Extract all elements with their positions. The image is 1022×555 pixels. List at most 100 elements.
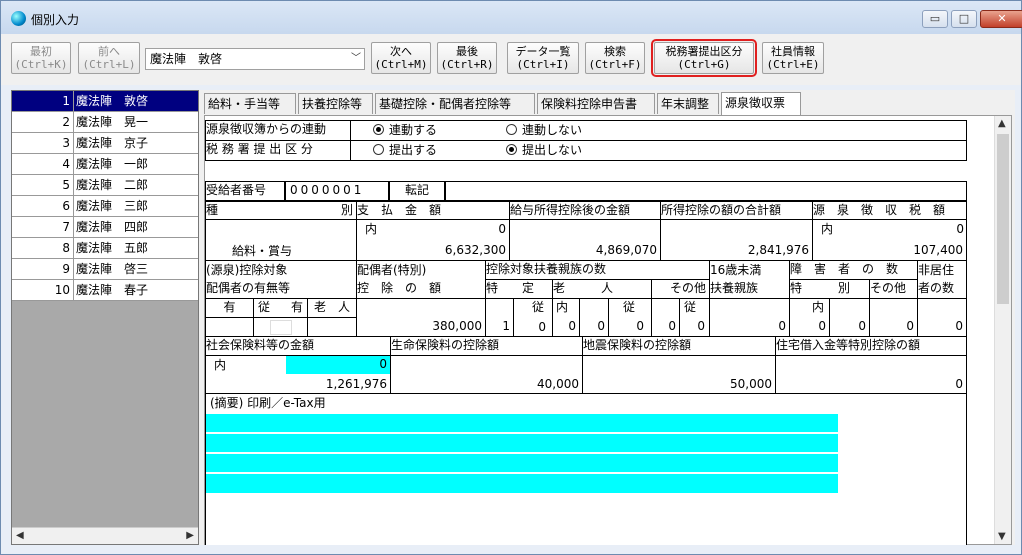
u16-cell: 0: [709, 298, 790, 337]
pay-inner-label: 内: [365, 222, 378, 236]
after-value: 4,869,070: [595, 243, 657, 257]
remarks-line[interactable]: [206, 414, 838, 433]
remarks-line[interactable]: [206, 434, 838, 453]
spouse-ari-cell[interactable]: [205, 317, 254, 337]
dis-uchi-value: 0: [818, 319, 826, 333]
employee-row[interactable]: 4 魔法陣 一郎: [12, 154, 198, 175]
link-label: 源泉徴収簿からの連動: [205, 120, 351, 141]
tab-year-end[interactable]: 年末調整: [657, 93, 719, 114]
last-button[interactable]: 最後 (Ctrl+R): [437, 42, 497, 74]
data-list-button[interactable]: データ一覧 (Ctrl+I): [507, 42, 579, 74]
tab-withholding-slip[interactable]: 源泉徴収票: [721, 92, 801, 115]
link-on-radio[interactable]: 連動する: [373, 122, 437, 139]
tab-insurance[interactable]: 保険料控除申告書: [537, 93, 655, 114]
spouse-rojin-cell[interactable]: [307, 317, 357, 337]
rojin-ju-cell: 従0: [608, 298, 652, 337]
tax-value: 107,400: [913, 243, 963, 257]
remarks-area: (摘要) 印刷／e-Tax用: [205, 393, 967, 545]
rojin-uchi-value: 0: [568, 319, 576, 333]
pay-header: 支 払 金 額: [356, 201, 510, 220]
life-header: 生命保険料の控除額: [390, 336, 583, 356]
tax-inner-value[interactable]: 0: [885, 221, 966, 238]
employee-row[interactable]: 2 魔法陣 晃一: [12, 112, 198, 133]
ari-header: 有: [205, 298, 254, 318]
social-inner-value[interactable]: 0: [286, 356, 390, 374]
link-off-radio[interactable]: 連動しない: [506, 122, 582, 139]
scroll-up-icon[interactable]: ▲: [998, 118, 1006, 129]
maximize-button[interactable]: □: [951, 10, 977, 28]
employee-row[interactable]: 6 魔法陣 三郎: [12, 196, 198, 217]
office-off-radio[interactable]: 提出しない: [506, 142, 582, 159]
ju-ari-header: 従有: [253, 298, 308, 318]
remarks-line[interactable]: [206, 474, 838, 493]
dis-sonota-header: その他: [869, 279, 918, 299]
dis-toku-cell: 0: [829, 298, 870, 337]
employee-select[interactable]: 魔法陣 敦啓 ﹀: [145, 48, 365, 70]
nonres-cell: 0: [917, 298, 967, 337]
horizontal-scrollbar[interactable]: ◀ ▶: [12, 527, 198, 544]
employee-row[interactable]: 3 魔法陣 京子: [12, 133, 198, 154]
kind-header: 種別: [205, 201, 357, 220]
kind-value[interactable]: 給料・賞与: [230, 243, 330, 260]
house-header: 住宅借入金等特別控除の額: [775, 336, 967, 356]
spouse-ded-header: 配偶者(特別) 控 除 の 額: [356, 260, 486, 299]
employee-row[interactable]: 1 魔法陣 敦啓: [12, 91, 198, 112]
rojin-ju-value[interactable]: 0: [627, 318, 647, 335]
quake-value: 50,000: [730, 377, 772, 391]
first-button[interactable]: 最初 (Ctrl+K): [11, 42, 71, 74]
tax-office-button[interactable]: 税務署提出区分 (Ctrl+G): [651, 39, 757, 77]
life-value: 40,000: [537, 377, 579, 391]
employee-row[interactable]: 10 魔法陣 春子: [12, 280, 198, 301]
scroll-right-icon[interactable]: ▶: [186, 530, 194, 541]
employee-info-button[interactable]: 社員情報 (Ctrl+E): [762, 42, 824, 74]
scroll-thumb[interactable]: [997, 134, 1009, 304]
tab-basic-deduction[interactable]: 基礎控除・配偶者控除等: [375, 93, 535, 114]
tokutei-ju-value[interactable]: 0: [530, 318, 550, 336]
employee-row[interactable]: 5 魔法陣 二郎: [12, 175, 198, 196]
recipient-label: 受給者番号: [205, 181, 285, 201]
office-on-radio[interactable]: 提出する: [373, 142, 437, 159]
close-button[interactable]: ✕: [980, 10, 1022, 28]
scroll-down-icon[interactable]: ▼: [998, 531, 1006, 542]
pay-inner-value[interactable]: 0: [429, 221, 509, 238]
vertical-scrollbar[interactable]: ▲ ▼: [994, 116, 1011, 544]
remarks-line[interactable]: [206, 454, 838, 473]
total-cell: 2,841,976: [660, 219, 813, 261]
tokutei-value: 1: [502, 319, 510, 333]
transfer-button[interactable]: 転記: [389, 181, 445, 201]
tab-dependents[interactable]: 扶養控除等: [298, 93, 373, 114]
tab-salary[interactable]: 給料・手当等: [204, 93, 296, 114]
house-value: 0: [955, 377, 963, 391]
quake-cell: 50,000: [582, 355, 776, 394]
scroll-left-icon[interactable]: ◀: [16, 530, 24, 541]
rojin-uchi-cell: 内0: [552, 298, 580, 337]
sonota-ju-cell: 従0: [679, 298, 710, 337]
u16-header: 16歳未満 扶養親族: [709, 260, 790, 299]
dis-sonota-cell: 0: [869, 298, 918, 337]
toolbar: 最初 (Ctrl+K) 前へ (Ctrl+L) 魔法陣 敦啓 ﹀ 次へ (Ctrl…: [1, 34, 1021, 85]
after-header: 給与所得控除後の金額: [509, 201, 661, 220]
tax-cell: 内 0 107,400: [812, 219, 967, 261]
u16-value: 0: [778, 319, 786, 333]
sonota-cell: 0: [651, 298, 680, 337]
employee-row[interactable]: 8 魔法陣 五郎: [12, 238, 198, 259]
spouse-header: (源泉)控除対象 配偶者の有無等: [205, 260, 357, 299]
spouse-ju-input[interactable]: [270, 320, 292, 335]
office-radio-group: 提出する 提出しない: [350, 140, 967, 161]
minimize-button[interactable]: ▭: [922, 10, 948, 28]
employee-row[interactable]: 7 魔法陣 四郎: [12, 217, 198, 238]
sonota-ju-value[interactable]: 0: [690, 318, 708, 335]
radio-off-icon: [373, 144, 384, 155]
search-button[interactable]: 検索 (Ctrl+F): [585, 42, 645, 74]
recipient-number[interactable]: 0000001: [285, 181, 389, 201]
prev-button[interactable]: 前へ (Ctrl+L): [78, 42, 140, 74]
office-label: 税 務 署 提 出 区 分: [205, 140, 351, 161]
total-value: 2,841,976: [747, 243, 809, 257]
nonres-header: 非居住 者の数: [917, 260, 967, 299]
sonota-value: 0: [668, 319, 676, 333]
next-button[interactable]: 次へ (Ctrl+M): [371, 42, 431, 74]
tax-inner-label: 内: [821, 222, 834, 236]
spouse-ju-cell: [253, 317, 308, 337]
employee-row[interactable]: 9 魔法陣 啓三: [12, 259, 198, 280]
kind-cell: 給料・賞与: [205, 219, 357, 261]
